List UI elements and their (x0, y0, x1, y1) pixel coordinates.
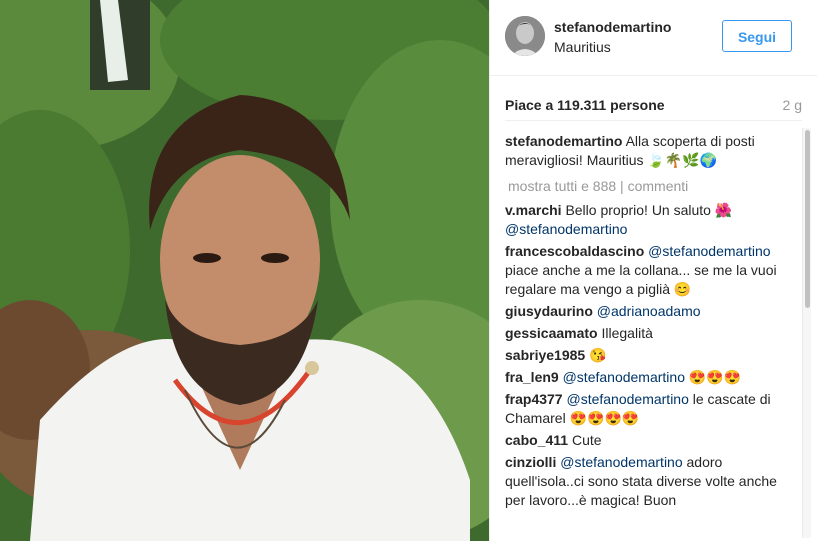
comment-item: v.marchi Bello proprio! Un saluto 🌺 @ste… (505, 201, 789, 239)
scrollbar-thumb[interactable] (805, 130, 810, 308)
comment-item: gessicaamato Illegalità (505, 324, 789, 343)
follow-button[interactable]: Segui (722, 20, 792, 52)
comment-mention[interactable]: @adrianoadamo (597, 303, 701, 319)
post-location[interactable]: Mauritius (554, 39, 611, 55)
comment-text: Illegalità (601, 325, 653, 341)
post-details-panel: stefanodemartino Mauritius Segui Piace a… (489, 0, 817, 541)
comment-text: 😍😍😍 (684, 369, 742, 385)
comment-item: francescobaldascino @stefanodemartino pi… (505, 242, 789, 299)
comment-text: Bello proprio! Un saluto 🌺 (565, 202, 733, 218)
comment-item: cinziolli @stefanodemartino adoro quell'… (505, 453, 789, 510)
comment-username[interactable]: sabriye1985 (505, 347, 585, 363)
comment-item: fra_len9 @stefanodemartino 😍😍😍 (505, 368, 789, 387)
comment-item: sabriye1985 😘 (505, 346, 789, 365)
selfie-photo-illustration (0, 0, 489, 541)
comment-mention[interactable]: @stefanodemartino (560, 454, 682, 470)
comment-text: Cute (571, 432, 602, 448)
comment-username[interactable]: frap4377 (505, 391, 563, 407)
avatar[interactable] (505, 16, 545, 56)
post-username[interactable]: stefanodemartino (554, 19, 671, 35)
comment-text: 😘 (589, 347, 607, 363)
comment-text: piace anche a me la collana... se me la … (505, 262, 777, 297)
comment-username[interactable]: cinziolli (505, 454, 556, 470)
comment-items: v.marchi Bello proprio! Un saluto 🌺 @ste… (505, 201, 789, 510)
comment-item: frap4377 @stefanodemartino le cascate di… (505, 390, 789, 428)
avatar-image (505, 16, 545, 56)
comment-username[interactable]: francescobaldascino (505, 243, 644, 259)
comment-username[interactable]: giusydaurino (505, 303, 593, 319)
comment-username[interactable]: fra_len9 (505, 369, 559, 385)
post-header: stefanodemartino Mauritius Segui (490, 0, 817, 76)
comments-scrollbar[interactable] (802, 128, 811, 538)
comment-mention[interactable]: @stefanodemartino (563, 369, 685, 385)
comment-mention[interactable]: @stefanodemartino (648, 243, 770, 259)
comment-item: cabo_411 Cute (505, 431, 789, 450)
comment-item: giusydaurino @adrianoadamo (505, 302, 789, 321)
comments-list: stefanodemartino Alla scoperta di posti … (505, 132, 789, 541)
likes-row: Piace a 119.311 persone 2 g (505, 90, 802, 121)
likes-count[interactable]: Piace a 119.311 persone (505, 97, 665, 113)
comment-username[interactable]: gessicaamato (505, 325, 598, 341)
comment-username[interactable]: cabo_411 (505, 432, 568, 448)
caption: stefanodemartino Alla scoperta di posti … (505, 132, 789, 170)
comment-username[interactable]: v.marchi (505, 202, 562, 218)
caption-username[interactable]: stefanodemartino (505, 133, 622, 149)
post-photo[interactable] (0, 0, 489, 541)
comment-mention[interactable]: @stefanodemartino (566, 391, 688, 407)
comment-mention[interactable]: @stefanodemartino (505, 221, 627, 237)
show-all-comments-link[interactable]: mostra tutti e 888 | commenti (505, 177, 789, 196)
post-time[interactable]: 2 g (783, 97, 802, 113)
